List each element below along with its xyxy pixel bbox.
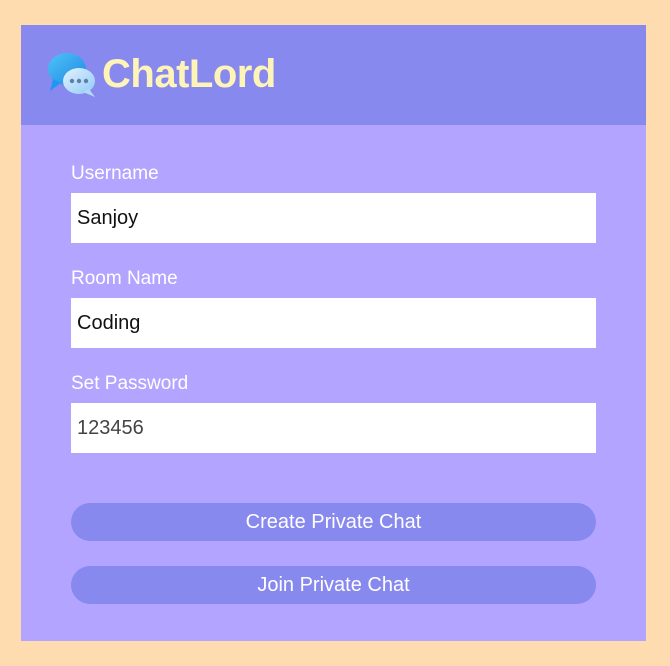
create-private-chat-button[interactable]: Create Private Chat — [71, 503, 596, 541]
login-card: ChatLord Username Room Name Set Password… — [21, 25, 646, 641]
room-name-field[interactable] — [71, 298, 596, 348]
password-field[interactable] — [71, 403, 596, 453]
password-label: Set Password — [71, 373, 189, 394]
chat-bubbles-icon — [48, 53, 95, 97]
room-name-label: Room Name — [71, 268, 178, 289]
app-title: ChatLord — [102, 52, 276, 96]
join-private-chat-button[interactable]: Join Private Chat — [71, 566, 596, 604]
app-header: ChatLord — [21, 25, 646, 125]
username-label: Username — [71, 163, 159, 184]
username-field[interactable] — [71, 193, 596, 243]
